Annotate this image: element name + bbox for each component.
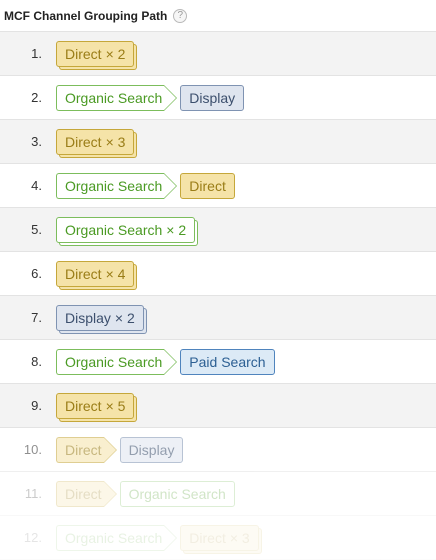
channel-chip-display[interactable]: Display × 2	[56, 304, 144, 331]
chip-label: Organic Search	[65, 221, 163, 238]
path-table: 1. Direct × 2 2. Organic Search Display …	[0, 32, 436, 560]
column-title: MCF Channel Grouping Path	[4, 8, 168, 23]
channel-chip-organic-search[interactable]: Organic Search	[56, 172, 178, 199]
table-row[interactable]: 2. Organic Search Display	[0, 76, 436, 120]
chip-multiplier: × 2	[166, 221, 187, 238]
chip-label: Direct	[65, 441, 102, 458]
channel-chip-organic-search[interactable]: Organic Search	[56, 524, 178, 551]
row-number: 2.	[31, 90, 42, 105]
table-row[interactable]: 8. Organic Search Paid Search	[0, 340, 436, 384]
channel-chip-display[interactable]: Display	[119, 436, 184, 463]
chip-label: Organic Search	[65, 89, 163, 106]
chip-multiplier: × 2	[105, 45, 126, 62]
channel-path: Display × 2	[56, 304, 148, 331]
channel-chip-direct[interactable]: Direct × 3	[180, 524, 259, 551]
channel-chip-direct[interactable]: Direct × 5	[56, 392, 135, 419]
table-header: MCF Channel Grouping Path ?	[0, 0, 436, 32]
channel-path: Direct × 4	[56, 260, 138, 287]
channel-chip-direct[interactable]: Direct	[56, 436, 117, 463]
table-row[interactable]: 9. Direct × 5	[0, 384, 436, 428]
chip-multiplier: × 3	[105, 133, 126, 150]
channel-path: Direct × 3	[56, 128, 138, 155]
chip-label: Organic Search	[65, 353, 163, 370]
channel-path: Organic Search Display	[56, 84, 245, 111]
table-row[interactable]: 5. Organic Search × 2	[0, 208, 436, 252]
table-row[interactable]: 7. Display × 2	[0, 296, 436, 340]
channel-chip-direct[interactable]: Direct	[180, 172, 235, 199]
chip-multiplier: × 3	[229, 529, 250, 546]
row-number: 1.	[31, 46, 42, 61]
table-row[interactable]: 10. Direct Display	[0, 428, 436, 472]
chip-label: Direct	[65, 133, 102, 150]
chip-multiplier: × 2	[114, 309, 135, 326]
row-number: 5.	[31, 222, 42, 237]
channel-path: Organic Search Direct × 3	[56, 524, 263, 551]
channel-chip-direct[interactable]: Direct	[56, 480, 117, 507]
channel-chip-direct[interactable]: Direct × 2	[56, 40, 135, 67]
chip-label: Display	[128, 441, 175, 458]
channel-path: Organic Search × 2	[56, 216, 199, 243]
row-number: 9.	[31, 398, 42, 413]
table-row[interactable]: 3. Direct × 3	[0, 120, 436, 164]
table-row[interactable]: 11. Direct Organic Search	[0, 472, 436, 516]
channel-chip-organic-search[interactable]: Organic Search	[56, 348, 178, 375]
row-number: 8.	[31, 354, 42, 369]
table-row[interactable]: 6. Direct × 4	[0, 252, 436, 296]
channel-chip-direct[interactable]: Direct × 4	[56, 260, 135, 287]
table-row[interactable]: 4. Organic Search Direct	[0, 164, 436, 208]
chip-label: Direct	[65, 397, 102, 414]
table-row[interactable]: 12. Organic Search Direct × 3	[0, 516, 436, 560]
channel-chip-direct[interactable]: Direct × 3	[56, 128, 135, 155]
row-number: 12.	[23, 530, 42, 545]
row-number: 3.	[31, 134, 42, 149]
chip-label: Organic Search	[128, 485, 226, 502]
chip-label: Organic Search	[65, 529, 163, 546]
channel-chip-organic-search[interactable]: Organic Search	[56, 84, 178, 111]
chip-label: Direct	[65, 485, 102, 502]
chip-label: Organic Search	[65, 177, 163, 194]
chip-label: Direct	[65, 265, 102, 282]
chip-label: Direct	[189, 529, 226, 546]
chip-multiplier: × 5	[105, 397, 126, 414]
row-number: 11.	[24, 486, 42, 501]
channel-chip-organic-search[interactable]: Organic Search × 2	[56, 216, 196, 243]
chip-label: Paid Search	[189, 353, 266, 370]
channel-path: Direct Organic Search	[56, 480, 235, 507]
chip-label: Direct	[189, 177, 226, 194]
row-number: 7.	[31, 310, 42, 325]
row-number: 6.	[31, 266, 42, 281]
row-number: 4.	[31, 178, 42, 193]
channel-path: Organic Search Direct	[56, 172, 235, 199]
chip-label: Display	[189, 89, 236, 106]
channel-chip-organic-search[interactable]: Organic Search	[119, 480, 235, 507]
channel-path: Organic Search Paid Search	[56, 348, 275, 375]
chip-multiplier: × 4	[105, 265, 126, 282]
channel-chip-paid-search[interactable]: Paid Search	[180, 348, 275, 375]
channel-path: Direct Display	[56, 436, 184, 463]
chip-label: Direct	[65, 45, 102, 62]
help-icon[interactable]: ?	[173, 8, 188, 23]
channel-path: Direct × 5	[56, 392, 138, 419]
table-row[interactable]: 1. Direct × 2	[0, 32, 436, 76]
channel-chip-display[interactable]: Display	[180, 84, 245, 111]
chip-label: Display	[65, 309, 111, 326]
row-number: 10.	[23, 442, 42, 457]
channel-path: Direct × 2	[56, 40, 138, 67]
